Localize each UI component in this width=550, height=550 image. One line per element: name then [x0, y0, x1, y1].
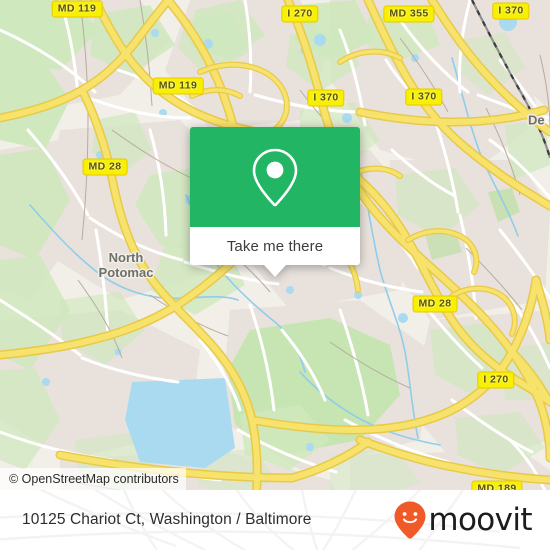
- popup-icon-area: [190, 127, 360, 227]
- moovit-wordmark: moovit: [428, 501, 532, 538]
- place-label-derwood-clipped: De: [528, 113, 545, 128]
- road-shield-i370-topright: I 370: [492, 2, 530, 20]
- map-pin-icon: [252, 148, 298, 207]
- destination-address: 10125 Chariot Ct, Washington / Baltimore: [22, 511, 312, 528]
- road-shield-i370-left: I 370: [307, 89, 345, 107]
- destination-popup-card[interactable]: Take me there: [190, 127, 360, 277]
- take-me-there-label: Take me there: [226, 237, 324, 255]
- road-shield-md28-right: MD 28: [412, 295, 458, 313]
- road-shield-i270-bottom: I 270: [477, 371, 515, 389]
- place-label-line2: Potomac: [98, 265, 154, 280]
- road-shield-md355: MD 355: [383, 5, 435, 23]
- place-label-north-potomac: North Potomac: [99, 250, 154, 280]
- moovit-logo[interactable]: moovit: [393, 500, 533, 540]
- map-canvas[interactable]: North Potomac De MD 119 I 270 MD 355 I 3…: [0, 0, 550, 498]
- osm-attribution[interactable]: © OpenStreetMap contributors: [0, 468, 186, 491]
- road-shield-md119-top: MD 119: [51, 0, 103, 18]
- place-label-line1: North: [108, 250, 144, 265]
- place-label-line1: De: [528, 112, 545, 128]
- road-shield-i270-top: I 270: [281, 5, 319, 23]
- popup-tail-pointer: [264, 265, 286, 277]
- moovit-pin-icon: [394, 501, 426, 539]
- take-me-there-button[interactable]: Take me there: [190, 227, 360, 265]
- moovit-map-page: North Potomac De MD 119 I 270 MD 355 I 3…: [0, 0, 550, 550]
- road-shield-md28-left: MD 28: [82, 158, 128, 176]
- road-shield-i370-right: I 370: [405, 88, 443, 106]
- bottom-info-bar: 10125 Chariot Ct, Washington / Baltimore…: [0, 490, 550, 550]
- road-shield-md119-mid: MD 119: [152, 77, 204, 95]
